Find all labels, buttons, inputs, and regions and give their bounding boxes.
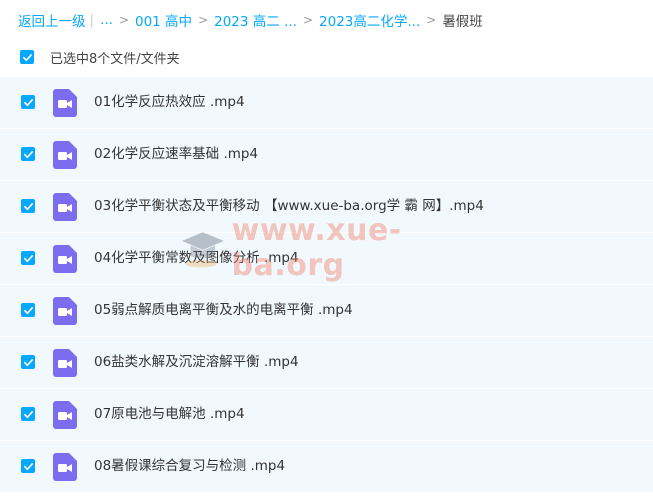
video-file-icon <box>53 193 77 221</box>
file-row[interactable]: 01化学反应热效应 .mp4 <box>0 77 653 129</box>
file-row[interactable]: 05弱点解质电离平衡及水的电离平衡 .mp4 <box>0 285 653 337</box>
file-checkbox[interactable] <box>21 303 35 317</box>
breadcrumb-divider: | <box>89 12 95 28</box>
file-name[interactable]: 02化学反应速率基础 .mp4 <box>94 129 258 180</box>
file-row[interactable]: 06盐类水解及沉淀溶解平衡 .mp4 <box>0 337 653 389</box>
video-file-icon <box>53 89 77 117</box>
file-row[interactable]: 08暑假课综合复习与检测 .mp4 <box>0 441 653 493</box>
file-row[interactable]: 02化学反应速率基础 .mp4 <box>0 129 653 181</box>
file-name[interactable]: 06盐类水解及沉淀溶解平衡 .mp4 <box>94 337 299 388</box>
selection-bar: 已选中8个文件/文件夹 <box>20 47 180 67</box>
file-row[interactable]: 07原电池与电解池 .mp4 <box>0 389 653 441</box>
file-checkbox[interactable] <box>21 199 35 213</box>
breadcrumb-current: 暑假班 <box>442 14 483 30</box>
video-file-icon <box>53 297 77 325</box>
file-checkbox[interactable] <box>21 407 35 421</box>
check-icon <box>23 462 33 470</box>
file-checkbox[interactable] <box>21 95 35 109</box>
check-icon <box>23 98 33 106</box>
breadcrumb-item-3[interactable]: 2023高二化学... <box>319 10 420 30</box>
file-checkbox[interactable] <box>21 251 35 265</box>
file-name[interactable]: 08暑假课综合复习与检测 .mp4 <box>94 441 285 492</box>
breadcrumb-ellipsis[interactable]: ... <box>100 12 113 28</box>
file-name[interactable]: 01化学反应热效应 .mp4 <box>94 77 245 128</box>
file-name[interactable]: 04化学平衡常数及图像分析 .mp4 <box>94 233 299 284</box>
chevron-right-icon: > <box>426 13 437 27</box>
video-file-icon <box>53 349 77 377</box>
file-checkbox[interactable] <box>21 459 35 473</box>
chevron-right-icon: > <box>302 13 314 27</box>
video-file-icon <box>53 245 77 273</box>
back-link[interactable]: 返回上一级 <box>18 10 86 30</box>
file-name[interactable]: 05弱点解质电离平衡及水的电离平衡 .mp4 <box>94 285 353 336</box>
check-icon <box>23 150 33 158</box>
file-name[interactable]: 03化学平衡状态及平衡移动 【www.xue-ba.org学 霸 网】.mp4 <box>94 181 484 232</box>
breadcrumb-item-1[interactable]: 001 高中 <box>135 10 192 30</box>
video-file-icon <box>53 453 77 481</box>
check-icon <box>23 306 33 314</box>
select-all-checkbox[interactable] <box>20 50 34 64</box>
breadcrumb-item-2[interactable]: 2023 高二 ... <box>214 10 297 30</box>
chevron-right-icon: > <box>198 13 209 27</box>
check-icon <box>23 254 33 262</box>
file-checkbox[interactable] <box>21 355 35 369</box>
chevron-right-icon: > <box>118 13 129 27</box>
video-file-icon <box>53 401 77 429</box>
check-icon <box>23 410 33 418</box>
file-row[interactable]: 04化学平衡常数及图像分析 .mp4 <box>0 233 653 285</box>
selection-count-label: 已选中8个文件/文件夹 <box>50 51 180 67</box>
check-icon <box>22 53 32 61</box>
check-icon <box>23 202 33 210</box>
breadcrumb: 返回上一级 | ... > 001 高中 > 2023 高二 ... > 202… <box>18 10 483 30</box>
check-icon <box>23 358 33 366</box>
file-list: 01化学反应热效应 .mp4 02化学反应速率基础 .mp4 03化学平衡状态及… <box>0 77 653 493</box>
file-checkbox[interactable] <box>21 147 35 161</box>
video-file-icon <box>53 141 77 169</box>
file-name[interactable]: 07原电池与电解池 .mp4 <box>94 389 245 440</box>
file-row[interactable]: 03化学平衡状态及平衡移动 【www.xue-ba.org学 霸 网】.mp4 <box>0 181 653 233</box>
